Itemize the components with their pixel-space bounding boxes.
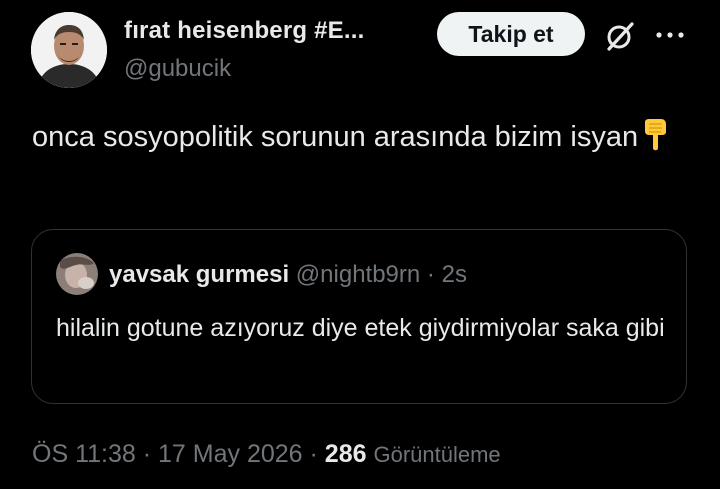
tweet-text: onca sosyopolitik sorunun arasında bizim… [32, 118, 692, 156]
meta-separator: · [142, 440, 152, 468]
quote-handle[interactable]: @nightb9rn [296, 261, 420, 288]
quote-avatar-image [56, 253, 98, 295]
views-label: Görüntüleme [373, 442, 501, 467]
author-display-name[interactable]: fırat heisenberg #E... [124, 17, 364, 45]
quoted-tweet-card[interactable]: yavsak gurmesi @nightb9rn · 2s hilalin g… [31, 229, 687, 404]
grok-icon[interactable] [602, 19, 636, 53]
tweet-text-body: onca sosyopolitik sorunun arasında bizim… [32, 121, 639, 153]
follow-button-label: Takip et [468, 20, 554, 47]
tweet-time[interactable]: ÖS 11:38 [32, 440, 136, 468]
more-horizontal-icon[interactable] [654, 30, 686, 40]
author-avatar[interactable] [31, 12, 107, 88]
tweet-meta: ÖS 11:38 · 17 May 2026 · 286 Görüntüleme [32, 440, 501, 469]
quote-separator: · [426, 261, 435, 288]
author-handle[interactable]: @gubucik [124, 55, 231, 83]
views-count: 286 [324, 440, 367, 468]
quote-display-name[interactable]: yavsak gurmesi [109, 261, 289, 288]
quote-text: hilalin gotune azıyoruz diye etek giydir… [56, 314, 665, 342]
tweet-date[interactable]: 17 May 2026 [158, 440, 303, 468]
quote-header: yavsak gurmesi @nightb9rn · 2s [109, 261, 467, 289]
quote-time[interactable]: 2s [442, 261, 467, 288]
follow-button[interactable]: Takip et [437, 12, 585, 56]
avatar-image [31, 12, 107, 88]
meta-separator-views: · [309, 440, 318, 468]
pointing-down-emoji-icon [645, 119, 667, 151]
quote-author-avatar[interactable] [56, 253, 98, 295]
